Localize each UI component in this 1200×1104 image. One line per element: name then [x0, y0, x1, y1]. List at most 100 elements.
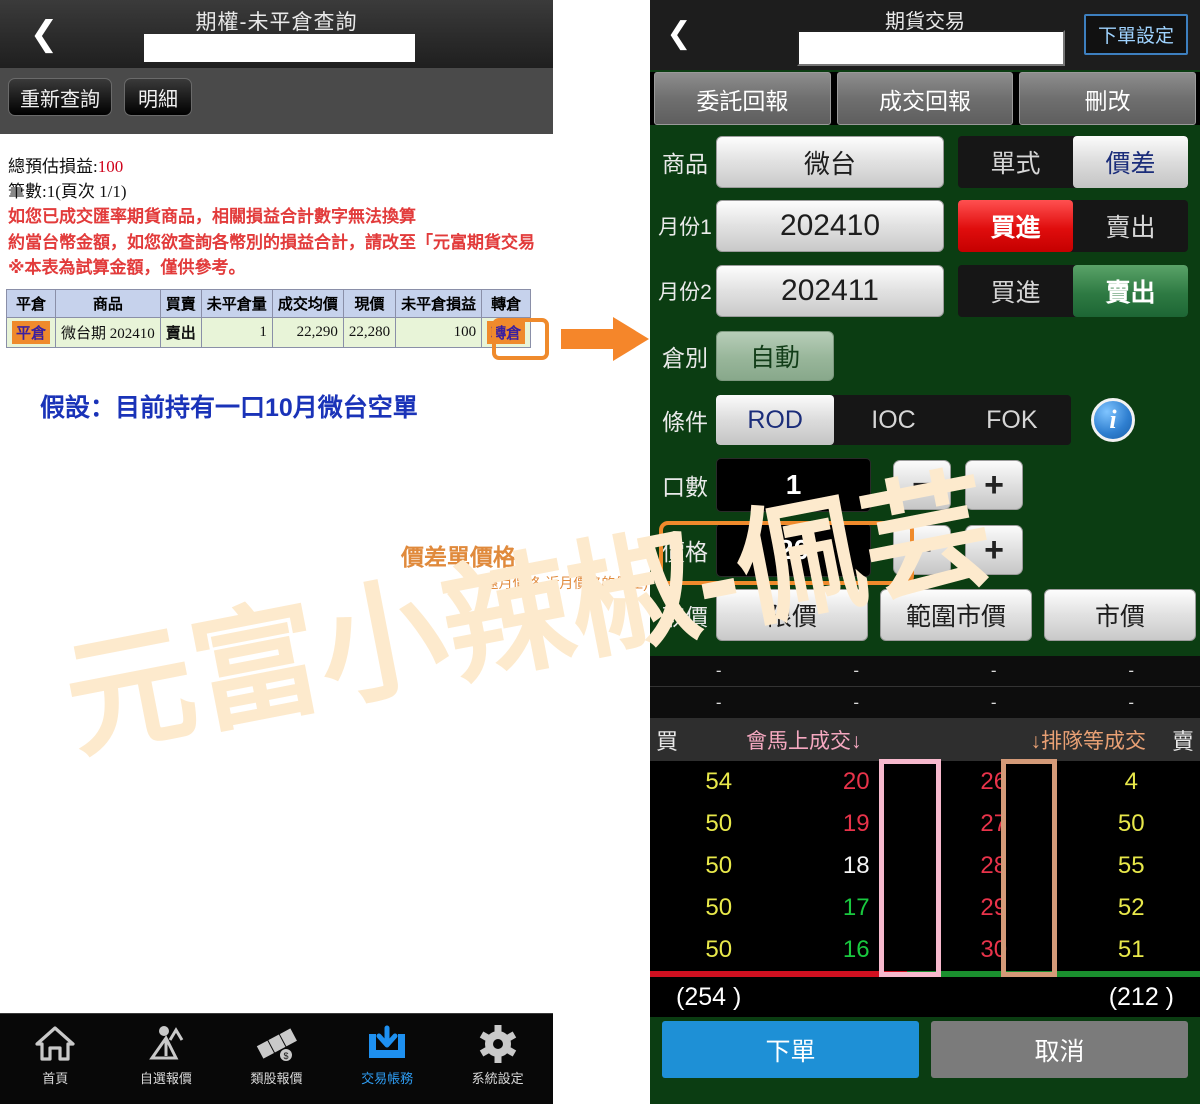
account-input[interactable]	[144, 34, 415, 62]
cell-current-price: 22,280	[342, 317, 397, 348]
order-type-single[interactable]: 單式	[958, 136, 1073, 188]
spread-price-note-title: 價差單價格	[401, 544, 516, 570]
book-annotations: 會馬上成交↓ ↓排隊等成交	[684, 725, 1166, 755]
price-type-limit[interactable]: 限價	[716, 589, 868, 641]
row-position-type: 倉別 自動	[650, 327, 1200, 385]
screenshot-root: ❮ 期權-未平倉查詢 重新查詢 明細 總預估損益:100 筆數:1(頁次 1/1…	[0, 0, 1200, 1104]
tab-order-report[interactable]: 委託回報	[654, 72, 831, 125]
close-position-button[interactable]: 平倉	[12, 321, 51, 344]
cell-open-qty: 1	[200, 317, 273, 348]
note-immediate-fill: 會馬上成交↓	[746, 729, 862, 753]
label-condition: 條件	[662, 409, 708, 435]
book-buy-label: 買	[655, 728, 678, 754]
quantity-input[interactable]: 1	[716, 458, 871, 512]
warning-line-3: ※本表為試算金額，僅供參考。	[8, 258, 246, 277]
account-input[interactable]	[797, 30, 1065, 66]
quote-row-1: - - - -	[650, 656, 1200, 687]
book-sell-label: 賣	[1171, 728, 1194, 754]
quote-strip: - - - - - - - -	[650, 656, 1200, 718]
cell-avg-price: 22,290	[271, 317, 344, 348]
condition-fok[interactable]: FOK	[953, 395, 1071, 445]
book-buy-qty: 50	[705, 810, 733, 837]
tab-fill-report[interactable]: 成交回報	[836, 72, 1014, 125]
tab-modify-delete[interactable]: 刪改	[1019, 72, 1197, 125]
svg-text:$: $	[284, 1051, 289, 1061]
quote-cell: -	[990, 692, 997, 712]
month1-side-segment: 買進 賣出	[958, 200, 1188, 252]
month2-sell-button[interactable]: 賣出	[1073, 265, 1188, 317]
product-select[interactable]: 微台	[716, 136, 944, 188]
label-month1: 月份1	[658, 216, 712, 239]
sidebar-item-sector-quote[interactable]: $ 類股報價	[228, 1022, 324, 1087]
book-sell-qty: 55	[1117, 852, 1145, 879]
home-icon	[34, 1022, 76, 1066]
month1-sell-button[interactable]: 賣出	[1073, 200, 1188, 252]
cell-pnl: 100	[395, 317, 483, 348]
book-sell-qty: 4	[1124, 768, 1138, 795]
order-type-spread[interactable]: 價差	[1073, 136, 1188, 188]
month2-select[interactable]: 202411	[716, 265, 944, 317]
col-pnl: 未平倉損益	[395, 289, 483, 318]
total-pnl-value: 100	[97, 157, 124, 176]
cell-side: 賣出	[159, 317, 202, 348]
quote-cell: -	[853, 661, 860, 680]
col-current-price: 現價	[342, 289, 397, 318]
quantity-plus-button[interactable]: +	[965, 460, 1023, 510]
action-bar: 下單 取消	[650, 1017, 1200, 1104]
record-count-line: 筆數:1(頁次 1/1)	[8, 182, 127, 201]
highlight-price-field	[659, 521, 914, 585]
sidebar-item-home[interactable]: 首頁	[7, 1022, 103, 1087]
nav-label-watchlist: 自選報價	[139, 1071, 192, 1086]
price-type-range-market[interactable]: 範圍市價	[880, 589, 1032, 641]
row-month1: 月份1 202410 買進 賣出	[650, 197, 1200, 255]
table-row: 平倉 微台期 202410 賣出 1 22,290 22,280 100 轉倉	[5, 317, 532, 348]
sector-quote-icon: $	[253, 1022, 299, 1066]
month1-buy-button[interactable]: 買進	[958, 200, 1073, 252]
row-month2: 月份2 202411 買進 賣出	[650, 262, 1200, 320]
quote-row-2: - - - -	[650, 687, 1200, 718]
quote-cell: -	[1128, 692, 1135, 712]
quote-cell: -	[715, 692, 722, 712]
sidebar-item-settings[interactable]: 系統設定	[450, 1022, 546, 1087]
label-product: 商品	[662, 151, 708, 177]
sidebar-item-watchlist[interactable]: 自選報價	[118, 1022, 214, 1087]
order-settings-button[interactable]: 下單設定	[1083, 14, 1188, 55]
order-type-segment: 單式 價差	[958, 136, 1188, 188]
price-type-market[interactable]: 市價	[1044, 589, 1196, 641]
detail-button[interactable]: 明細	[124, 78, 192, 116]
sidebar-item-trade-account[interactable]: 交易帳務	[339, 1022, 435, 1087]
row-price-type: 取價 限價 範圍市價 市價	[650, 586, 1200, 644]
condition-rod[interactable]: ROD	[716, 395, 835, 445]
quote-cell: -	[715, 661, 722, 680]
gear-icon	[477, 1022, 519, 1066]
quantity-minus-button[interactable]: −	[893, 460, 951, 510]
requery-button[interactable]: 重新查詢	[8, 78, 112, 116]
buy-total: (254 )	[676, 982, 742, 1011]
nav-label-trade-account: 交易帳務	[361, 1071, 414, 1086]
condition-ioc[interactable]: IOC	[834, 395, 952, 445]
info-icon[interactable]: i	[1091, 398, 1135, 442]
total-pnl-line: 總預估損益:100	[8, 154, 553, 179]
cancel-button[interactable]: 取消	[931, 1021, 1188, 1078]
report-tabs: 委託回報 成交回報 刪改	[650, 72, 1200, 125]
price-plus-button[interactable]: +	[965, 525, 1023, 575]
position-type-select[interactable]: 自動	[716, 331, 834, 381]
month1-select[interactable]: 202410	[716, 200, 944, 252]
quote-cell: -	[1128, 661, 1135, 680]
label-month2: 月份2	[658, 281, 712, 304]
label-position-type: 倉別	[662, 345, 708, 371]
nav-label-sector-quote: 類股報價	[250, 1071, 303, 1086]
row-condition: 條件 ROD IOC FOK i	[650, 391, 1200, 449]
submit-order-button[interactable]: 下單	[662, 1021, 919, 1078]
highlight-immediate-fill-column	[879, 759, 941, 977]
col-close: 平倉	[5, 289, 57, 318]
row-quantity: 口數 1 − +	[650, 456, 1200, 514]
trade-account-icon	[365, 1022, 409, 1066]
bottom-navigation-bar: 首頁 自選報價 $ 類股報價 交易帳務 系統設定	[0, 1013, 553, 1104]
highlight-queue-fill-column	[1001, 759, 1057, 977]
cell-close[interactable]: 平倉	[5, 317, 57, 348]
col-avg-price: 成交均價	[271, 289, 344, 318]
month2-buy-button[interactable]: 買進	[958, 265, 1073, 317]
book-totals: (254 ) (212 )	[650, 977, 1200, 1017]
spread-price-note-sub: (遠月價格-近月價格的價差)	[480, 575, 648, 591]
